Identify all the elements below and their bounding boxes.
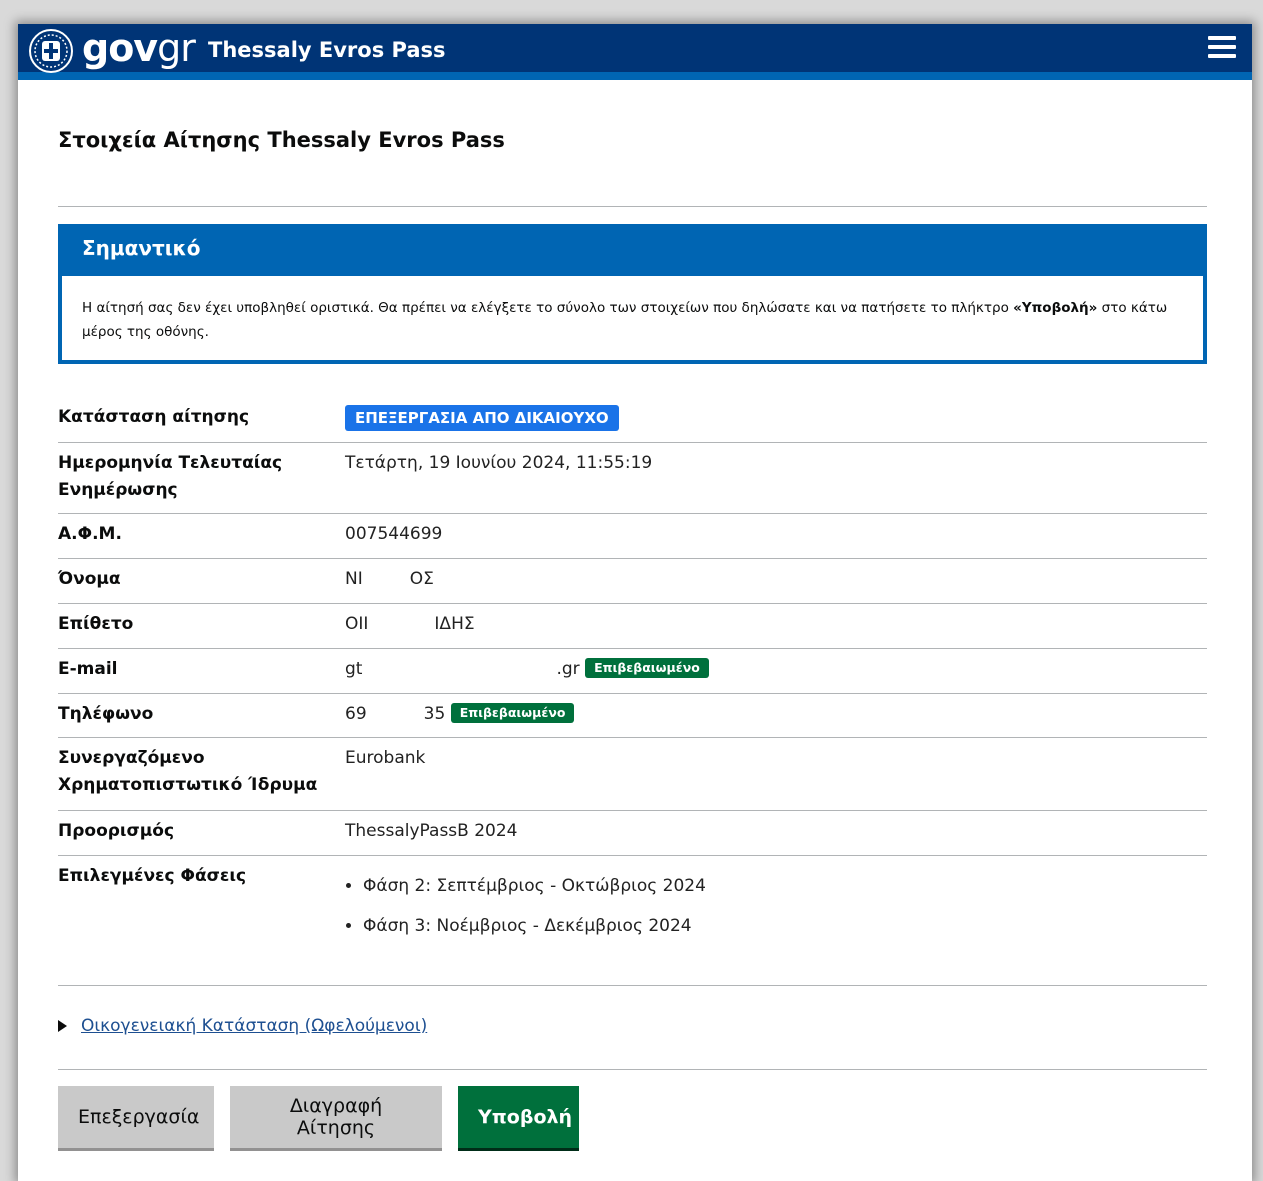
phone-verified-badge: Επιβεβαιωμένο [450,703,575,723]
phone-value-part2: 35 [423,704,446,724]
phone-value: 69 35 Επιβεβαιωμένο [345,694,575,737]
last-update-label: Ημερομηνία Τελευταίας Ενημέρωσης [58,453,283,500]
submit-button[interactable]: Υποβολή [458,1086,579,1148]
row-surname: Επίθετο ΟΙΙ ΙΔΗΣ [58,604,1207,649]
afm-label: Α.Φ.Μ. [58,524,122,544]
family-status-details[interactable]: Οικογενειακή Κατάσταση (Ωφελούμενοι) [58,1016,1207,1036]
surname-value: ΟΙΙ ΙΔΗΣ [345,604,475,648]
email-value: gt .gr Επιβεβαιωμένο [345,649,709,693]
triangle-right-icon[interactable] [58,1020,67,1032]
notice-text-start: Η αίτησή σας δεν έχει υποβληθεί οριστικά… [82,300,1014,316]
top-navigation-bar: govgr Thessaly Evros Pass [18,24,1252,80]
greek-emblem-icon [29,29,73,73]
menu-line [1208,54,1236,58]
row-destination: Προορισμός ThessalyPassB 2024 [58,811,1207,856]
surname-value-part2: ΙΔΗΣ [434,614,475,634]
name-value-part1: ΝΙ [345,569,363,589]
email-label: E-mail [58,659,118,679]
phases-label: Επιλεγμένες Φάσεις [58,866,247,886]
page-title: Στοιχεία Αίτησης Thessaly Evros Pass [58,128,505,152]
status-value: ΕΠΕΞΕΡΓΑΣΙΑ ΑΠΟ ΔΙΚΑΙΟΥΧΟ [345,398,619,442]
email-value-part1: gt [345,659,363,679]
destination-value: ThessalyPassB 2024 [345,821,518,841]
action-buttons: Επεξεργασία Διαγραφή Αίτησης Υποβολή [58,1086,1207,1148]
bank-label: Συνεργαζόμενο Χρηματοπιστωτικό Ίδρυμα [58,748,318,795]
brand-gov: gov [82,26,158,70]
row-afm: Α.Φ.Μ. 007544699 [58,514,1207,559]
divider [58,206,1207,207]
row-last-update: Ημερομηνία Τελευταίας Ενημέρωσης Τετάρτη… [58,443,1207,514]
browser-frame: govgr Thessaly Evros Pass Στοιχεία Αίτησ… [18,24,1252,1181]
family-status-link[interactable]: Οικογενειακή Κατάσταση (Ωφελούμενοι) [81,1016,427,1036]
email-verified-badge: Επιβεβαιωμένο [585,658,709,678]
app-title[interactable]: Thessaly Evros Pass [208,38,446,62]
status-badge: ΕΠΕΞΕΡΓΑΣΙΑ ΑΠΟ ΔΙΚΑΙΟΥΧΟ [345,405,619,431]
destination-label: Προορισμός [58,821,175,841]
application-summary: Κατάσταση αίτησης ΕΠΕΞΕΡΓΑΣΙΑ ΑΠΟ ΔΙΚΑΙΟ… [58,398,1207,986]
menu-line [1208,45,1236,49]
afm-value: 007544699 [345,524,443,544]
menu-line [1208,36,1236,40]
notice-text: Η αίτησή σας δεν έχει υποβληθεί οριστικά… [62,276,1203,344]
divider [58,1069,1207,1070]
hamburger-menu-icon[interactable] [1208,36,1236,58]
row-bank: Συνεργαζόμενο Χρηματοπιστωτικό Ίδρυμα Eu… [58,738,1207,811]
name-value-part2: ΟΣ [409,569,434,589]
brand-gr: gr [157,26,196,70]
row-status: Κατάσταση αίτησης ΕΠΕΞΕΡΓΑΣΙΑ ΑΠΟ ΔΙΚΑΙΟ… [58,398,1207,443]
row-phases: Επιλεγμένες Φάσεις Φάση 2: Σεπτέμβριος -… [58,856,1207,986]
list-item: Φάση 3: Νοέμβριος - Δεκέμβριος 2024 [363,906,706,946]
list-item: Φάση 2: Σεπτέμβριος - Οκτώβριος 2024 [363,866,706,906]
surname-label: Επίθετο [58,614,134,634]
last-update-value: Τετάρτη, 19 Ιουνίου 2024, 11:55:19 [345,453,653,473]
surname-value-part1: ΟΙΙ [345,614,369,634]
govgr-logo[interactable]: govgr [82,26,196,70]
notice-text-bold: «Υποβολή» [1013,300,1098,316]
name-label: Όνομα [58,569,121,589]
delete-application-button[interactable]: Διαγραφή Αίτησης [230,1086,442,1148]
row-name: Όνομα ΝΙ ΟΣ [58,559,1207,604]
row-phone: Τηλέφωνο 69 35 Επιβεβαιωμένο [58,694,1207,738]
email-value-part2: .gr [556,659,580,679]
main-content: Στοιχεία Αίτησης Thessaly Evros Pass Σημ… [58,88,1207,1148]
phone-label: Τηλέφωνο [58,704,154,724]
name-value: ΝΙ ΟΣ [345,559,434,603]
edit-button[interactable]: Επεξεργασία [58,1086,214,1148]
important-notice: Σημαντικό Η αίτησή σας δεν έχει υποβληθε… [58,224,1207,364]
phases-list: Φάση 2: Σεπτέμβριος - Οκτώβριος 2024 Φάσ… [345,866,706,946]
bank-value: Eurobank [345,748,426,768]
notice-heading: Σημαντικό [62,228,1203,276]
row-email: E-mail gt .gr Επιβεβαιωμένο [58,649,1207,694]
status-label: Κατάσταση αίτησης [58,407,250,427]
phone-value-part1: 69 [345,704,367,724]
phases-value: Φάση 2: Σεπτέμβριος - Οκτώβριος 2024 Φάσ… [345,856,706,985]
